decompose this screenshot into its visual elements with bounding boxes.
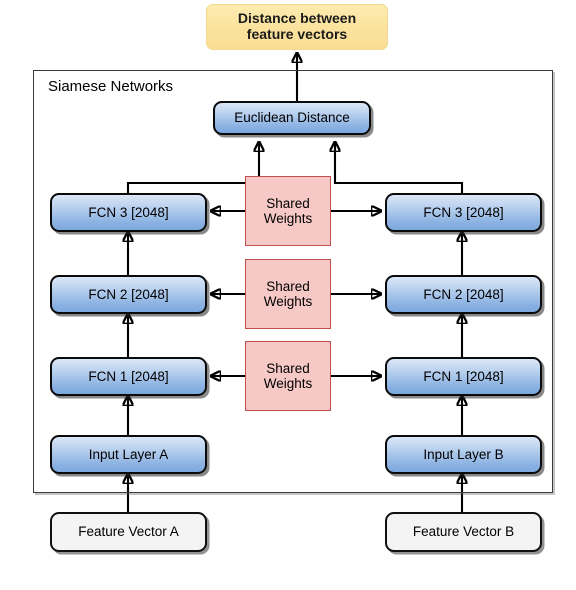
branch-a-input-layer-node[interactable]: Input Layer A (50, 435, 207, 474)
branch-a-fcn1-node[interactable]: FCN 1 [2048] (50, 357, 207, 396)
shared-weights-line-2: Weights (263, 211, 313, 226)
shared-weights-line-2: Weights (263, 376, 313, 391)
euclidean-distance-node[interactable]: Euclidean Distance (213, 101, 371, 135)
shared-weights-node-3[interactable]: Shared Weights (245, 341, 331, 411)
diagram-canvas: Siamese Networks Distance between featur… (0, 0, 576, 590)
branch-b-fcn1-node[interactable]: FCN 1 [2048] (385, 357, 542, 396)
shared-weights-line-1: Shared (266, 360, 310, 376)
branch-b-fcn2-node[interactable]: FCN 2 [2048] (385, 275, 542, 314)
shared-weights-line-1: Shared (266, 195, 310, 211)
branch-a-fcn2-node[interactable]: FCN 2 [2048] (50, 275, 207, 314)
group-title: Siamese Networks (48, 78, 174, 95)
shared-weights-line-2: Weights (263, 294, 313, 309)
shared-weights-node-2[interactable]: Shared Weights (245, 259, 331, 329)
branch-a-feature-vector-node[interactable]: Feature Vector A (50, 512, 207, 552)
branch-b-input-layer-node[interactable]: Input Layer B (385, 435, 542, 474)
shared-weights-line-1: Shared (266, 278, 310, 294)
output-distance-node: Distance between feature vectors (206, 4, 388, 50)
branch-b-feature-vector-node[interactable]: Feature Vector B (385, 512, 542, 552)
branch-a-fcn3-node[interactable]: FCN 3 [2048] (50, 193, 207, 232)
shared-weights-node-1[interactable]: Shared Weights (245, 176, 331, 246)
branch-b-fcn3-node[interactable]: FCN 3 [2048] (385, 193, 542, 232)
